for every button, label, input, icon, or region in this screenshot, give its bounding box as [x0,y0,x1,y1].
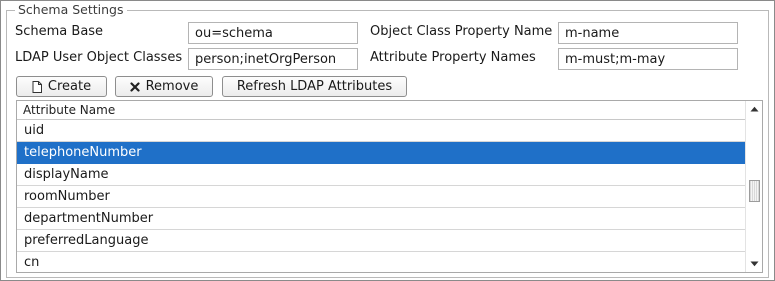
ldap-user-object-classes-label: LDAP User Object Classes [15,50,183,65]
attribute-property-names-input[interactable] [558,48,738,70]
column-header-attribute-name[interactable]: Attribute Name [23,103,115,117]
scrollbar-thumb[interactable] [749,180,760,202]
document-icon [32,80,42,93]
vertical-scrollbar[interactable] [745,101,762,272]
schema-base-label: Schema Base [15,24,104,39]
grid-header: Attribute Name [17,101,746,120]
ldap-user-object-classes-input[interactable] [188,48,358,70]
table-row[interactable]: telephoneNumber [17,142,746,164]
create-button-label: Create [47,79,92,94]
table-row[interactable]: roomNumber [17,186,746,208]
x-icon [130,81,140,92]
refresh-button-label: Refresh LDAP Attributes [236,79,393,94]
schema-settings-panel: Schema Settings Schema Base Object Class… [0,0,775,281]
attribute-property-names-label: Attribute Property Names [370,50,536,65]
table-row[interactable]: preferredLanguage [17,230,746,252]
grid-rows: uid telephoneNumber displayName roomNumber d… [17,120,746,272]
section-title: Schema Settings [15,2,127,18]
table-row[interactable]: cn [17,252,746,272]
table-row[interactable]: uid [17,120,746,142]
remove-button-label: Remove [145,79,199,94]
create-button[interactable]: Create [16,76,107,97]
scroll-up-arrow-icon[interactable] [746,101,762,117]
scroll-down-arrow-icon[interactable] [746,256,762,272]
table-row[interactable]: displayName [17,164,746,186]
object-class-property-label: Object Class Property Name [370,24,553,39]
object-class-property-input[interactable] [558,22,738,44]
table-row[interactable]: departmentNumber [17,208,746,230]
attribute-grid: Attribute Name uid telephoneNumber display… [16,100,763,273]
refresh-ldap-attributes-button[interactable]: Refresh LDAP Attributes [222,76,407,97]
remove-button[interactable]: Remove [115,76,213,97]
schema-base-input[interactable] [188,22,358,44]
